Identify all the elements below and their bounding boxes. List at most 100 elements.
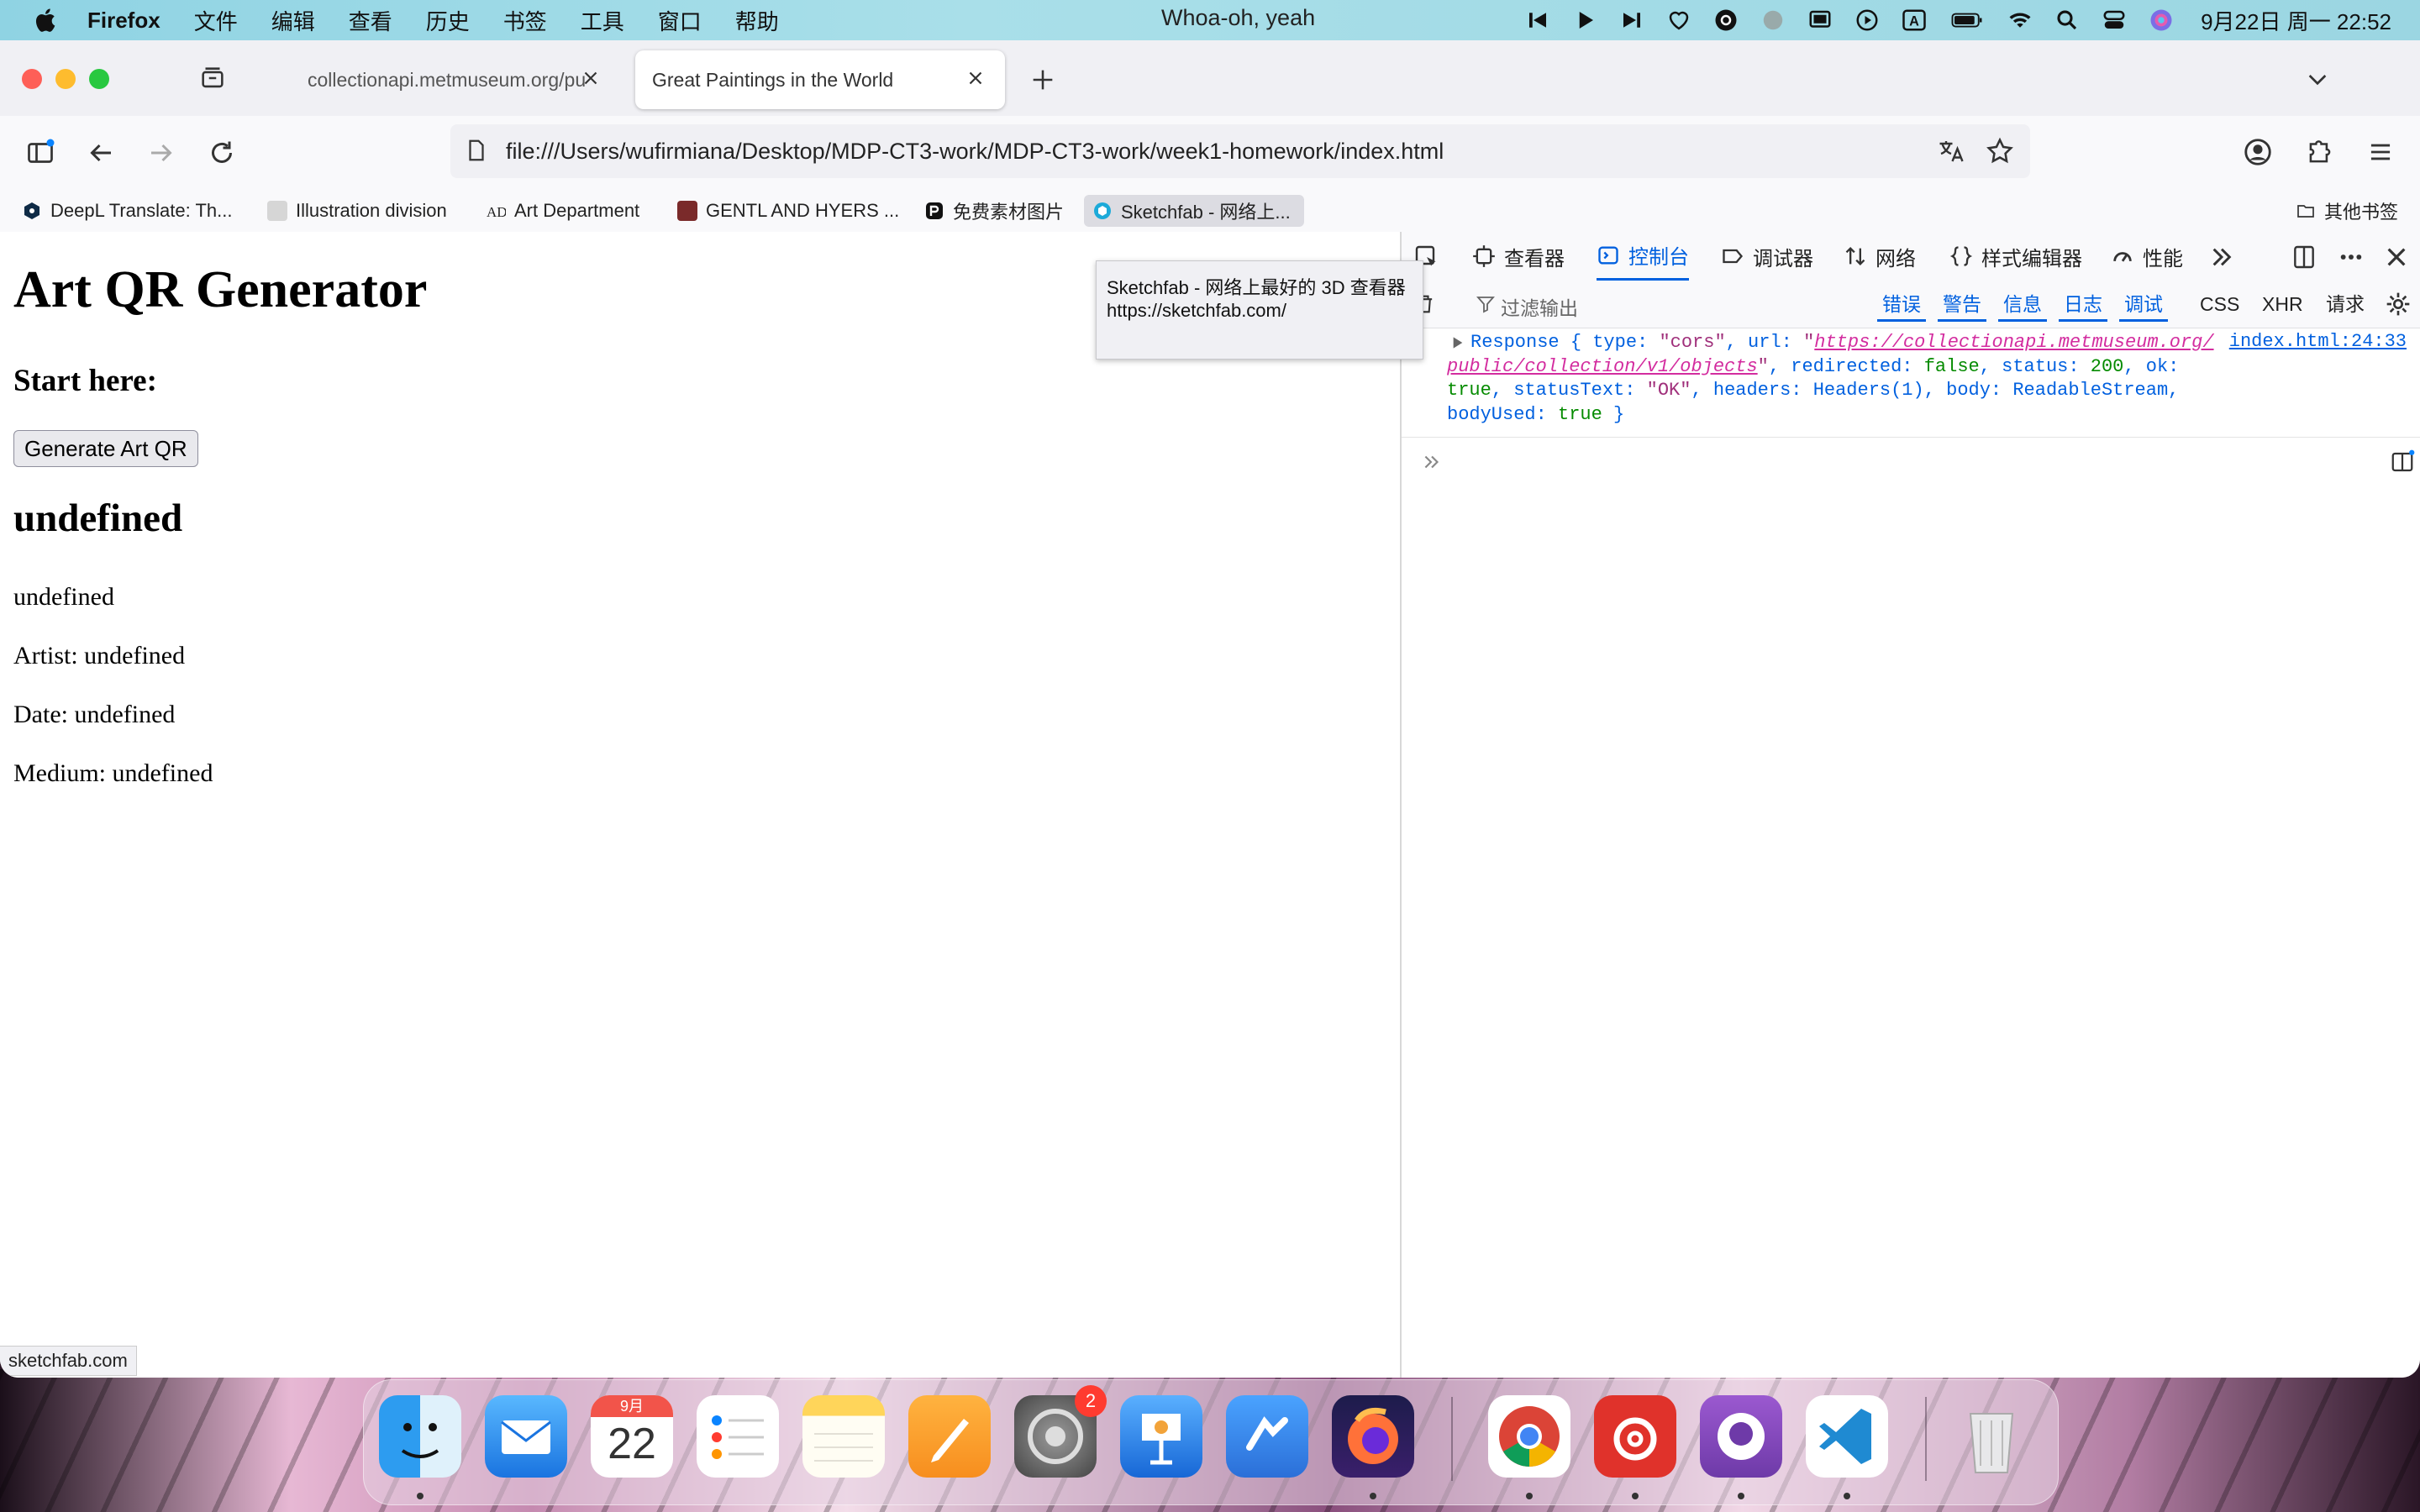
minimize-window-button[interactable] xyxy=(55,69,76,89)
filter-warnings[interactable]: 警告 xyxy=(1938,289,1986,322)
system-settings-icon[interactable]: 2 xyxy=(1014,1385,1107,1478)
console-ok-value: true xyxy=(1447,380,1491,401)
tab-debugger[interactable]: 调试器 xyxy=(1721,232,1813,281)
bookmark-gentl-and-hyers[interactable]: GENTL AND HYERS ... xyxy=(677,195,899,227)
menu-history[interactable]: 历史 xyxy=(426,5,470,36)
close-devtools-icon[interactable] xyxy=(2383,244,2410,270)
new-tab-icon[interactable] xyxy=(1028,66,1057,94)
artwork-artist: Artist: undefined xyxy=(13,642,186,669)
netease-cloud-music-icon[interactable] xyxy=(1594,1395,1676,1478)
console-input[interactable] xyxy=(1402,437,2420,486)
heart-icon[interactable] xyxy=(1666,8,1691,33)
close-tab-icon[interactable] xyxy=(965,67,986,89)
more-options-icon[interactable] xyxy=(2338,244,2365,270)
tab-style-editor[interactable]: 样式编辑器 xyxy=(1949,232,2082,281)
keynote-icon[interactable] xyxy=(1120,1395,1202,1478)
menu-view[interactable]: 查看 xyxy=(349,5,392,36)
menu-bar-clock[interactable]: 9月22日 周一 22:52 xyxy=(2201,5,2391,36)
page-file-icon[interactable] xyxy=(464,138,489,163)
account-icon[interactable] xyxy=(2242,136,2274,168)
close-window-button[interactable] xyxy=(22,69,42,89)
battery-icon[interactable] xyxy=(1949,8,1986,33)
next-track-icon[interactable] xyxy=(1619,8,1644,33)
menu-help[interactable]: 帮助 xyxy=(735,5,779,36)
translate-icon[interactable] xyxy=(1936,136,1966,166)
bookmark-deepl[interactable]: DeepL Translate: Th... xyxy=(22,195,232,227)
tab-collectionapi[interactable]: collectionapi.metmuseum.org/pu xyxy=(291,50,620,109)
console-url-link[interactable]: https://collectionapi.metmuseum.org/ xyxy=(1814,332,2213,353)
extensions-icon[interactable] xyxy=(2304,136,2336,168)
tab-bar: collectionapi.metmuseum.org/pu Great Pai… xyxy=(0,40,2420,116)
firefox-view-icon[interactable] xyxy=(198,64,227,92)
filter-errors[interactable]: 错误 xyxy=(1877,289,1926,322)
editor-mode-icon[interactable] xyxy=(2390,449,2415,475)
apple-icon[interactable] xyxy=(32,7,57,34)
spotlight-search-icon[interactable] xyxy=(2054,8,2080,33)
menu-bookmarks[interactable]: 书签 xyxy=(503,5,547,36)
app-status-icon[interactable] xyxy=(1760,8,1786,33)
console-url-link[interactable]: public/collection/v1/objects xyxy=(1447,356,1758,377)
filter-logs[interactable]: 日志 xyxy=(2059,289,2107,322)
netease-music-icon[interactable] xyxy=(1713,8,1739,33)
console-settings-gear-icon[interactable] xyxy=(2385,291,2412,318)
input-source-icon[interactable]: A xyxy=(1902,8,1927,33)
tencent-meeting-icon[interactable] xyxy=(1226,1395,1308,1478)
more-tools-chevron-icon[interactable] xyxy=(2208,244,2235,270)
vscode-icon[interactable] xyxy=(1806,1395,1888,1478)
bookmark-illustration-division[interactable]: Illustration division xyxy=(267,195,447,227)
back-icon[interactable] xyxy=(86,138,116,168)
calendar-icon[interactable]: 9月 22 xyxy=(591,1395,673,1478)
menu-app-name[interactable]: Firefox xyxy=(87,8,160,34)
tab-performance[interactable]: 性能 xyxy=(2111,232,2183,281)
zoom-window-button[interactable] xyxy=(89,69,109,89)
reminders-icon[interactable] xyxy=(697,1395,779,1478)
trash-icon[interactable] xyxy=(1950,1395,2033,1478)
tab-network[interactable]: 网络 xyxy=(1844,232,1916,281)
tab-console[interactable]: 控制台 xyxy=(1597,232,1689,281)
other-bookmarks[interactable]: 其他书签 xyxy=(2296,195,2398,227)
mail-icon[interactable] xyxy=(485,1395,567,1478)
url-bar[interactable]: file:///Users/wufirmiana/Desktop/MDP-CT3… xyxy=(450,124,2030,178)
console-type-value: "cors" xyxy=(1659,332,1726,353)
dock-side-icon[interactable] xyxy=(2291,244,2317,270)
bookmark-free-images[interactable]: 免费素材图片 xyxy=(924,195,1064,227)
filter-requests[interactable]: 请求 xyxy=(2321,289,2370,319)
bookmark-star-icon[interactable] xyxy=(1985,136,2015,166)
tab-inspector[interactable]: 查看器 xyxy=(1472,232,1565,281)
menu-window[interactable]: 窗口 xyxy=(658,5,702,36)
media-play-icon[interactable] xyxy=(1854,8,1880,33)
control-center-icon[interactable] xyxy=(2102,8,2127,33)
filter-info[interactable]: 信息 xyxy=(1998,289,2047,322)
pages-icon[interactable] xyxy=(908,1395,991,1478)
forward-icon[interactable] xyxy=(146,138,176,168)
chrome-icon[interactable] xyxy=(1488,1395,1570,1478)
sidebar-toggle-icon[interactable] xyxy=(25,138,55,168)
app-menu-icon[interactable] xyxy=(2365,136,2396,168)
menu-tools[interactable]: 工具 xyxy=(581,5,624,36)
filter-css[interactable]: CSS xyxy=(2195,289,2244,319)
filter-output-input[interactable]: 过滤输出 xyxy=(1501,292,1578,321)
url-text[interactable]: file:///Users/wufirmiana/Desktop/MDP-CT3… xyxy=(506,139,1444,165)
reload-icon[interactable] xyxy=(207,138,237,168)
finder-icon[interactable] xyxy=(379,1395,461,1478)
generate-art-qr-button[interactable]: Generate Art QR xyxy=(13,430,198,467)
list-all-tabs-icon[interactable] xyxy=(2304,66,2331,92)
console-source-link[interactable]: index.html:24:33 xyxy=(2229,331,2407,352)
firefox-dock-icon[interactable] xyxy=(1332,1395,1414,1478)
filter-debug[interactable]: 调试 xyxy=(2119,289,2168,322)
screen-mirror-icon[interactable] xyxy=(1807,8,1833,33)
menu-edit[interactable]: 编辑 xyxy=(271,5,315,36)
bookmark-art-department[interactable]: AD Art Department xyxy=(486,195,639,227)
bookmark-sketchfab[interactable]: Sketchfab - 网络上... xyxy=(1084,195,1304,227)
firefox-window: collectionapi.metmuseum.org/pu Great Pai… xyxy=(0,40,2420,1378)
siri-icon[interactable] xyxy=(2149,8,2174,33)
close-tab-icon[interactable] xyxy=(580,67,602,89)
wifi-icon[interactable] xyxy=(2007,8,2033,33)
play-icon[interactable] xyxy=(1572,8,1597,33)
menu-file[interactable]: 文件 xyxy=(194,5,238,36)
previous-track-icon[interactable] xyxy=(1525,8,1550,33)
tab-great-paintings[interactable]: Great Paintings in the World xyxy=(635,50,1005,109)
notes-icon[interactable] xyxy=(802,1395,885,1478)
github-desktop-icon[interactable] xyxy=(1700,1395,1782,1478)
filter-xhr[interactable]: XHR xyxy=(2257,289,2308,319)
